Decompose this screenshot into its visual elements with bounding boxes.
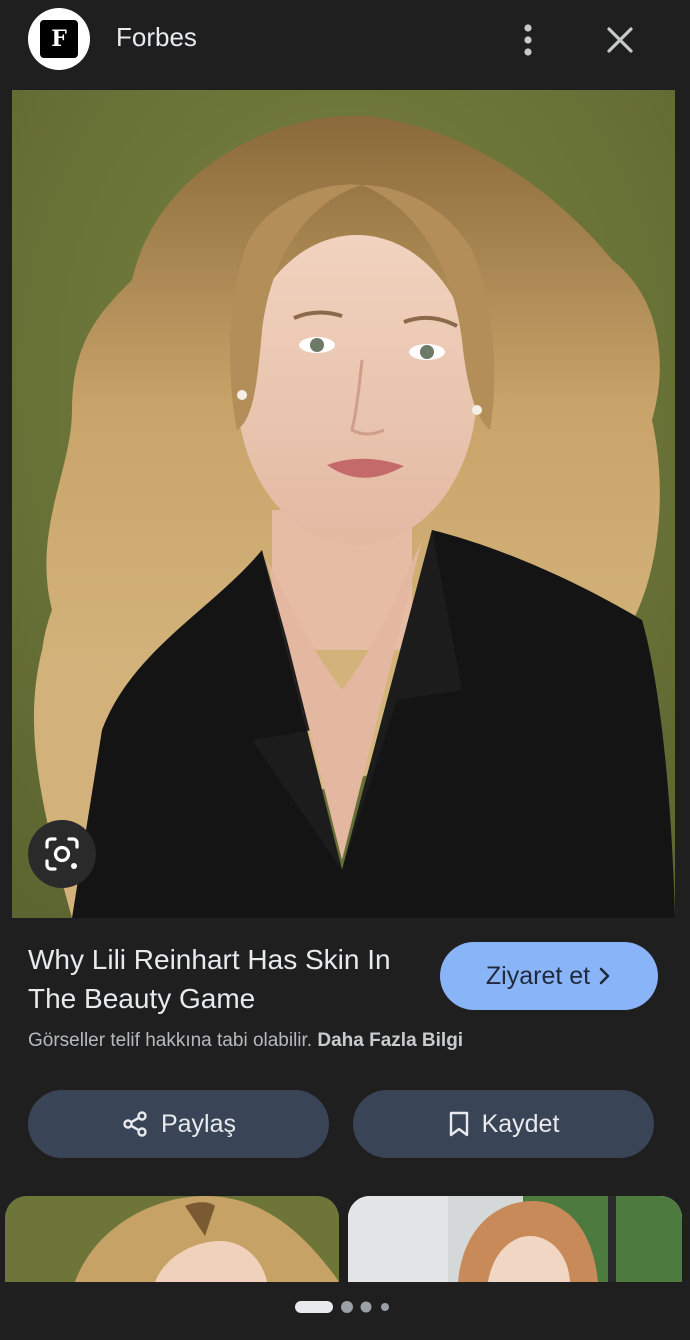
learn-more-link[interactable]: Daha Fazla Bilgi xyxy=(317,1030,463,1051)
save-button[interactable]: Kaydet xyxy=(353,1090,654,1158)
close-button[interactable] xyxy=(598,18,642,62)
visit-button-label: Ziyaret et xyxy=(485,961,591,990)
page-dot xyxy=(381,1303,389,1311)
top-bar: F Forbes xyxy=(0,0,690,88)
related-image-thumbnail[interactable] xyxy=(348,1196,682,1282)
visual-search-button[interactable] xyxy=(28,820,96,888)
forbes-logo-icon: F xyxy=(40,20,78,58)
page-indicator xyxy=(295,1301,389,1313)
close-icon xyxy=(607,27,633,53)
source-name[interactable]: Forbes xyxy=(116,22,197,53)
source-logo[interactable]: F xyxy=(28,8,90,70)
more-options-button[interactable] xyxy=(508,18,548,62)
bookmark-icon xyxy=(449,1111,468,1137)
copyright-text: Görseller telif hakkına tabi olabilir. xyxy=(28,1030,313,1051)
visit-button[interactable]: Ziyaret et xyxy=(440,942,658,1010)
main-image[interactable] xyxy=(12,90,675,918)
portrait-photo xyxy=(12,90,675,918)
share-icon xyxy=(123,1111,147,1137)
image-title[interactable]: Why Lili Reinhart Has Skin In The Beauty… xyxy=(28,940,418,1018)
save-button-label: Kaydet xyxy=(481,1109,560,1138)
copyright-notice: Görseller telif hakkına tabi olabilir. D… xyxy=(28,1030,463,1052)
google-lens-icon xyxy=(45,837,79,871)
related-image-thumbnail[interactable] xyxy=(5,1196,339,1282)
related-photo xyxy=(5,1196,339,1282)
chevron-right-icon xyxy=(599,967,610,985)
more-vert-icon xyxy=(524,24,532,56)
share-button[interactable]: Paylaş xyxy=(28,1090,329,1158)
related-photo xyxy=(348,1196,682,1282)
page-dot-active xyxy=(295,1301,333,1313)
page-dot xyxy=(360,1301,372,1313)
share-button-label: Paylaş xyxy=(160,1109,237,1138)
page-dot xyxy=(341,1301,353,1313)
